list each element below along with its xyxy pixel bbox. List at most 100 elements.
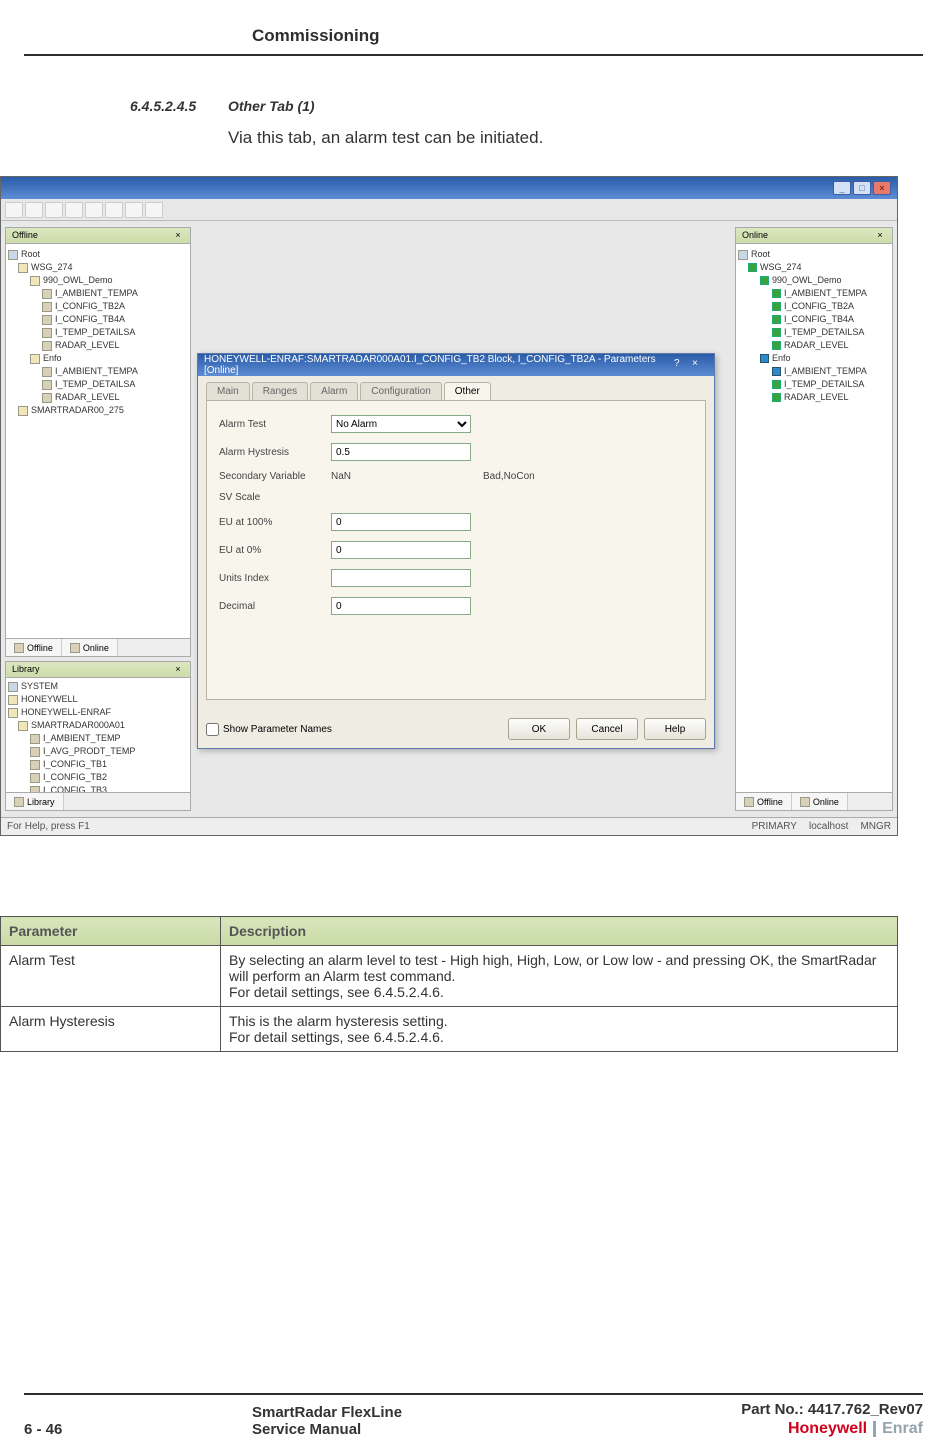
toolbar-button[interactable]: [85, 202, 103, 218]
part-number: Part No.: 4417.762_Rev07: [741, 1401, 923, 1418]
tree-node-label: I_AVG_PRODT_TEMP: [43, 745, 135, 758]
folder-icon: [18, 721, 28, 731]
library-panel-tabs: Library: [6, 792, 190, 810]
offline-icon: [14, 643, 24, 653]
page-section-title: Commissioning: [252, 26, 380, 46]
eu-100-label: EU at 100%: [219, 517, 319, 528]
online-panel-header: Online ×: [736, 228, 892, 244]
root-icon: [8, 250, 18, 260]
library-header: Library ×: [6, 662, 190, 678]
decimal-input[interactable]: [331, 597, 471, 615]
tree-node-label: RADAR_LEVEL: [784, 339, 849, 352]
param-desc: This is the alarm hysteresis setting. Fo…: [221, 1007, 898, 1052]
manual-title-1: SmartRadar FlexLine: [252, 1404, 741, 1421]
header-rule: [24, 54, 923, 56]
tree-node-label: I_AMBIENT_TEMPA: [55, 287, 138, 300]
tab-configuration[interactable]: Configuration: [360, 382, 441, 400]
tab-label: Online: [83, 643, 109, 653]
folder-icon: [30, 354, 40, 364]
app-screenshot: _ □ × Offline × Root WSG_274 990_O: [0, 176, 898, 836]
offline-icon: [744, 797, 754, 807]
status-icon: [772, 315, 781, 324]
panel-close-icon[interactable]: ×: [172, 664, 184, 675]
minimize-icon[interactable]: _: [833, 181, 851, 195]
maximize-icon[interactable]: □: [853, 181, 871, 195]
cancel-button[interactable]: Cancel: [576, 718, 638, 740]
tag-icon: [42, 328, 52, 338]
alarm-hysteresis-label: Alarm Hystresis: [219, 447, 319, 458]
tag-icon: [42, 367, 52, 377]
param-name: Alarm Test: [1, 946, 221, 1007]
tab-ranges[interactable]: Ranges: [252, 382, 308, 400]
alarm-hysteresis-input[interactable]: [331, 443, 471, 461]
tag-icon: [42, 393, 52, 403]
tag-icon: [30, 773, 40, 783]
page-footer: 6 - 46 SmartRadar FlexLine Service Manua…: [0, 1393, 947, 1438]
eu-0-input[interactable]: [331, 541, 471, 559]
tab-main[interactable]: Main: [206, 382, 250, 400]
tab-alarm[interactable]: Alarm: [310, 382, 358, 400]
tree-node-label: I_AMBIENT_TEMPA: [784, 287, 867, 300]
status-icon: [772, 393, 781, 402]
toolbar-button[interactable]: [45, 202, 63, 218]
show-param-names-label: Show Parameter Names: [223, 724, 332, 735]
tab-other[interactable]: Other: [444, 382, 491, 400]
tag-icon: [30, 747, 40, 757]
units-index-label: Units Index: [219, 573, 319, 584]
tree-node-label: HONEYWELL: [21, 693, 78, 706]
library-tree[interactable]: SYSTEM HONEYWELL HONEYWELL-ENRAF SMARTRA…: [6, 678, 190, 810]
offline-panel-header: Offline ×: [6, 228, 190, 244]
units-index-select[interactable]: [331, 569, 471, 587]
table-row: Alarm Hysteresis This is the alarm hyste…: [1, 1007, 898, 1052]
tree-node-label: SMARTRADAR00_275: [31, 404, 124, 417]
toolbar-button[interactable]: [105, 202, 123, 218]
status-icon: [772, 289, 781, 298]
toolbar-button[interactable]: [125, 202, 143, 218]
tab-label: Offline: [757, 797, 783, 807]
close-icon[interactable]: ×: [873, 181, 891, 195]
online-icon: [70, 643, 80, 653]
honeywell-logo: Honeywell: [788, 1420, 867, 1438]
panel-close-icon[interactable]: ×: [874, 230, 886, 241]
show-param-names-checkbox[interactable]: Show Parameter Names: [206, 723, 332, 736]
dialog-close-icon[interactable]: ×: [692, 358, 708, 372]
toolbar-button[interactable]: [5, 202, 23, 218]
show-param-names-input[interactable]: [206, 723, 219, 736]
tree-node-label: HONEYWELL-ENRAF: [21, 706, 111, 719]
toolbar-button[interactable]: [145, 202, 163, 218]
toolbar-button[interactable]: [65, 202, 83, 218]
library-panel: Library × SYSTEM HONEYWELL HONEYWELL-ENR…: [5, 661, 191, 811]
help-button[interactable]: Help: [644, 718, 706, 740]
dialog-title: HONEYWELL-ENRAF:SMARTRADAR000A01.I_CONFI…: [204, 354, 674, 376]
tab-online[interactable]: Online: [62, 639, 118, 656]
table-header-row: Parameter Description: [1, 917, 898, 946]
status-icon: [772, 341, 781, 350]
tag-icon: [42, 302, 52, 312]
alarm-test-select[interactable]: No Alarm: [331, 415, 471, 433]
tab-offline[interactable]: Offline: [736, 793, 792, 810]
dialog-help-icon[interactable]: ?: [674, 358, 690, 372]
tab-offline[interactable]: Offline: [6, 639, 62, 656]
panel-close-icon[interactable]: ×: [172, 230, 184, 241]
tag-icon: [42, 289, 52, 299]
section-number: 6.4.5.2.4.5: [130, 98, 196, 114]
tab-library[interactable]: Library: [6, 793, 64, 810]
online-tree[interactable]: Root WSG_274 990_OWL_Demo I_AMBIENT_TEMP…: [736, 244, 892, 408]
tree-node-label: I_CONFIG_TB2: [43, 771, 107, 784]
folder-icon: [18, 263, 28, 273]
tab-label: Library: [27, 797, 55, 807]
tree-node-label: I_TEMP_DETAILSA: [55, 378, 135, 391]
tag-icon: [42, 380, 52, 390]
toolbar-button[interactable]: [25, 202, 43, 218]
tree-node-label: I_CONFIG_TB2A: [55, 300, 125, 313]
status-icon: [772, 328, 781, 337]
offline-tree[interactable]: Root WSG_274 990_OWL_Demo I_AMBIENT_TEMP…: [6, 244, 190, 421]
tab-online[interactable]: Online: [792, 793, 848, 810]
statusbar-user: MNGR: [860, 821, 891, 832]
dialog-body: Alarm Test No Alarm Alarm Hystresis Seco…: [206, 400, 706, 700]
tree-node-label: I_TEMP_DETAILSA: [55, 326, 135, 339]
eu-100-input[interactable]: [331, 513, 471, 531]
ok-button[interactable]: OK: [508, 718, 570, 740]
tree-node-label: WSG_274: [31, 261, 73, 274]
online-icon: [800, 797, 810, 807]
